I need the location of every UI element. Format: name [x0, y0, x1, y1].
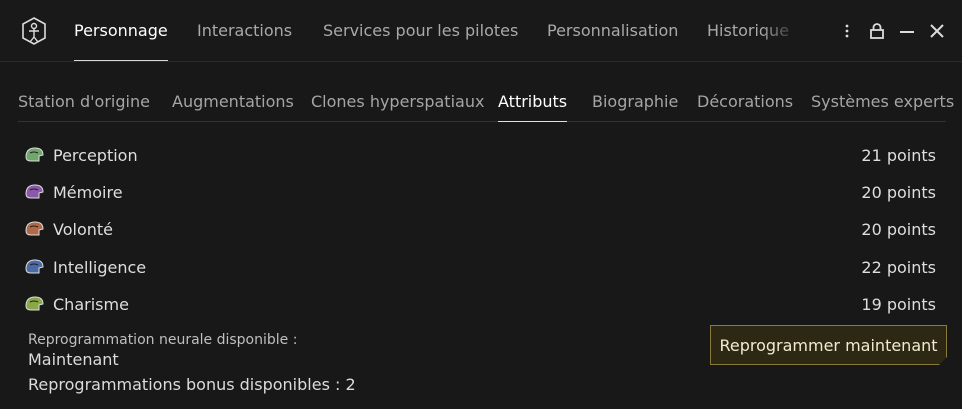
remap-available-value: Maintenant — [28, 350, 119, 369]
tab-personnage[interactable]: Personnage — [74, 21, 168, 61]
attribute-value: 20 points — [861, 220, 936, 239]
sub-tab-bar: Station d'origine Augmentations Clones h… — [18, 62, 954, 122]
top-bar: Personnage Interactions Services pour le… — [0, 0, 962, 62]
attribute-value: 21 points — [861, 146, 936, 165]
subtab-decorations[interactable]: Décorations — [697, 92, 793, 111]
subtab-attributs[interactable]: Attributs — [498, 92, 568, 122]
willpower-icon — [25, 221, 44, 236]
tab-interactions[interactable]: Interactions — [197, 21, 292, 61]
attribute-row-volonte: Volonté 20 points — [18, 213, 938, 247]
attribute-name: Perception — [53, 146, 138, 165]
attribute-name: Charisme — [53, 295, 129, 314]
tab-overflow-fade — [760, 14, 820, 50]
more-options-icon[interactable] — [838, 22, 856, 40]
memory-icon — [25, 184, 44, 199]
subtab-augmentations[interactable]: Augmentations — [172, 92, 294, 111]
attribute-value: 19 points — [861, 295, 936, 314]
perception-icon — [25, 147, 44, 162]
minimize-icon[interactable] — [898, 22, 916, 40]
lock-icon[interactable] — [868, 22, 886, 40]
intelligence-icon — [25, 259, 44, 274]
subtab-station-origine[interactable]: Station d'origine — [18, 92, 150, 111]
character-logo-icon — [22, 17, 46, 45]
close-icon[interactable] — [928, 22, 946, 40]
attribute-value: 20 points — [861, 183, 936, 202]
attribute-value: 22 points — [861, 258, 936, 277]
attribute-name: Intelligence — [53, 258, 147, 277]
remap-now-button[interactable]: Reprogrammer maintenant — [710, 325, 947, 365]
subtab-biographie[interactable]: Biographie — [592, 92, 678, 111]
attribute-row-memoire: Mémoire 20 points — [18, 176, 938, 210]
bonus-remaps-text: Reprogrammations bonus disponibles : 2 — [28, 375, 356, 394]
subtab-clones[interactable]: Clones hyperspatiaux — [311, 92, 484, 111]
tab-services-pilotes[interactable]: Services pour les pilotes — [323, 21, 518, 61]
charisma-icon — [25, 296, 44, 311]
attribute-row-perception: Perception 21 points — [18, 139, 938, 173]
subtab-systemes-experts[interactable]: Systèmes experts — [811, 92, 954, 111]
tab-personnalisation[interactable]: Personnalisation — [547, 21, 678, 61]
attribute-row-intelligence: Intelligence 22 points — [18, 251, 938, 285]
attribute-name: Volonté — [53, 220, 113, 239]
attribute-name: Mémoire — [53, 183, 123, 202]
attribute-row-charisme: Charisme 19 points — [18, 288, 938, 322]
remap-available-label: Reprogrammation neurale disponible : — [28, 332, 298, 348]
